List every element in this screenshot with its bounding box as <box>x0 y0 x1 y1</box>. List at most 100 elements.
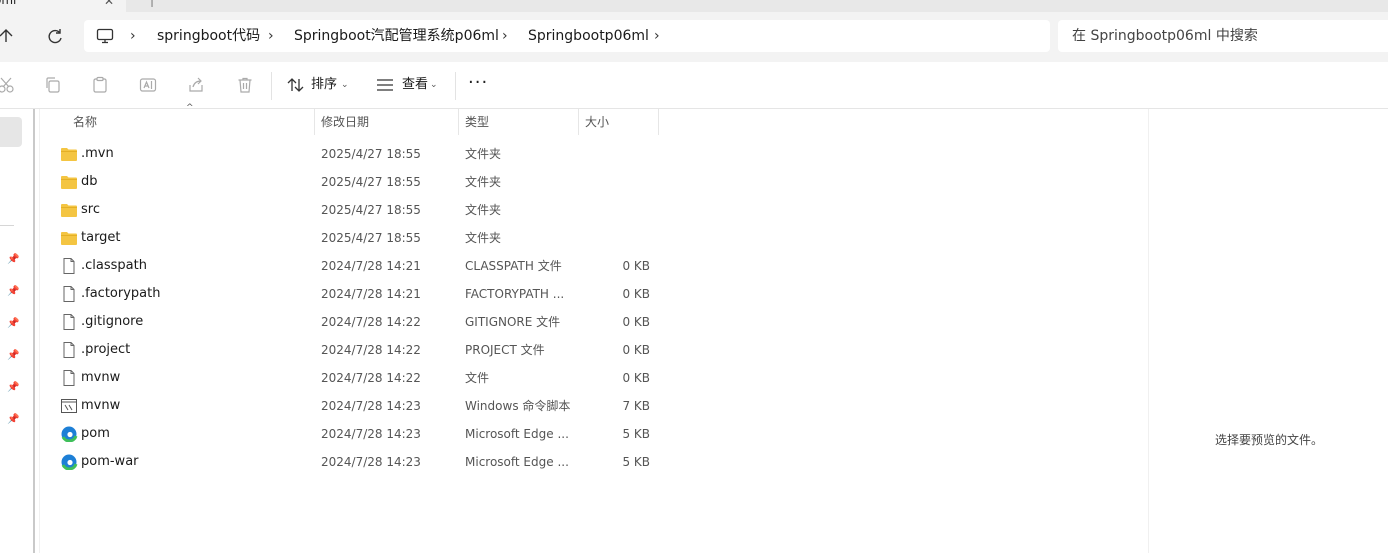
search-placeholder: 在 Springbootp06ml 中搜索 <box>1072 28 1258 44</box>
file-type: 文件夹 <box>465 203 502 217</box>
file-size: 0 KB <box>622 371 650 385</box>
file-row[interactable]: target 2025/4/27 18:55 文件夹 <box>54 224 664 252</box>
sort-label: 排序 <box>311 77 338 92</box>
file-size: 5 KB <box>622 455 650 469</box>
paste-icon[interactable] <box>91 76 109 94</box>
file-row[interactable]: .factorypath 2024/7/28 14:21 FACTORYPATH .… <box>54 280 664 308</box>
file-modified: 2025/4/27 18:55 <box>321 203 421 217</box>
file-modified: 2024/7/28 14:22 <box>321 343 421 357</box>
nav-item-selected[interactable] <box>0 117 22 147</box>
pin-icon[interactable]: 📌 <box>7 382 19 394</box>
edge-icon <box>60 426 78 443</box>
file-type: CLASSPATH 文件 <box>465 259 562 273</box>
this-pc-icon[interactable] <box>96 28 114 44</box>
file-row[interactable]: .project 2024/7/28 14:22 PROJECT 文件 0 KB <box>54 336 664 364</box>
script-icon <box>60 398 78 414</box>
toolbar-divider <box>271 72 272 100</box>
file-type: 文件 <box>465 371 490 385</box>
file-row[interactable]: .classpath 2024/7/28 14:21 CLASSPATH 文件 0 K… <box>54 252 664 280</box>
breadcrumb-item[interactable]: springboot代码 <box>157 20 260 52</box>
file-row[interactable]: .mvn 2025/4/27 18:55 文件夹 <box>54 140 664 168</box>
breadcrumb-item[interactable]: Springboot汽配管理系统p06ml <box>294 20 499 52</box>
file-name: mvnw <box>81 398 121 413</box>
tab-next-icon: | <box>150 0 155 7</box>
pin-icon[interactable]: 📌 <box>7 286 19 298</box>
file-modified: 2024/7/28 14:23 <box>321 427 421 441</box>
breadcrumb-separator-icon[interactable]: › <box>268 20 274 52</box>
file-type: Microsoft Edge ... <box>465 455 569 469</box>
file-modified: 2024/7/28 14:23 <box>321 455 421 469</box>
file-name: db <box>81 174 98 189</box>
column-header-type[interactable]: 类型 <box>465 109 489 135</box>
search-input[interactable]: 在 Springbootp06ml 中搜索 <box>1058 20 1388 52</box>
file-modified: 2024/7/28 14:22 <box>321 315 421 329</box>
breadcrumb-separator-icon[interactable]: › <box>502 20 508 52</box>
pin-icon[interactable]: 📌 <box>7 414 19 426</box>
file-row[interactable]: src 2025/4/27 18:55 文件夹 <box>54 196 664 224</box>
column-header-name[interactable]: 名称 <box>73 109 97 135</box>
view-button[interactable]: 查看 ⌄ <box>376 71 442 99</box>
address-row: › springboot代码 › Springboot汽配管理系统p06ml ›… <box>0 12 1388 63</box>
column-header-size[interactable]: 大小 <box>585 109 609 135</box>
up-arrow-icon[interactable] <box>0 24 16 48</box>
file-type: PROJECT 文件 <box>465 343 545 357</box>
file-size: 0 KB <box>622 259 650 273</box>
file-row[interactable]: mvnw 2024/7/28 14:22 文件 0 KB <box>54 364 664 392</box>
file-type: Windows 命令脚本 <box>465 399 571 413</box>
tab-close-icon[interactable]: ✕ <box>104 0 114 8</box>
column-divider[interactable] <box>658 109 659 135</box>
command-bar: 排序 ⌄ 查看 ⌄ ··· <box>0 62 1388 109</box>
preview-message: 选择要预览的文件。 <box>1214 433 1323 447</box>
breadcrumb-separator-icon[interactable]: › <box>654 20 660 52</box>
breadcrumb-item[interactable]: Springbootp06ml <box>528 20 649 52</box>
tab-current[interactable]: oml ✕ <box>0 0 126 12</box>
file-name: .mvn <box>81 146 114 161</box>
pin-icon[interactable]: 📌 <box>7 254 19 266</box>
file-size: 7 KB <box>622 399 650 413</box>
file-row[interactable]: pom-war 2024/7/28 14:23 Microsoft Edge ...… <box>54 448 664 476</box>
copy-icon[interactable] <box>44 76 62 94</box>
file-modified: 2025/4/27 18:55 <box>321 175 421 189</box>
column-divider[interactable] <box>578 109 579 135</box>
pane-resize-handle[interactable] <box>33 109 35 553</box>
file-modified: 2024/7/28 14:21 <box>321 287 421 301</box>
breadcrumb-separator-icon[interactable]: › <box>130 20 136 52</box>
file-size: 0 KB <box>622 315 650 329</box>
pin-icon[interactable]: 📌 <box>7 350 19 362</box>
file-type: GITIGNORE 文件 <box>465 315 561 329</box>
view-label: 查看 <box>402 77 429 92</box>
file-icon <box>60 258 78 274</box>
file-type: 文件夹 <box>465 147 502 161</box>
column-divider[interactable] <box>458 109 459 135</box>
file-icon <box>60 286 78 302</box>
file-name: pom-war <box>81 454 139 469</box>
column-header-modified[interactable]: 修改日期 <box>321 109 369 135</box>
file-name: mvnw <box>81 370 121 385</box>
tab-strip: oml ✕ | <box>0 0 1388 12</box>
tab-title: oml <box>0 0 17 7</box>
file-row[interactable]: pom 2024/7/28 14:23 Microsoft Edge ... 5 KB <box>54 420 664 448</box>
address-bar[interactable]: › springboot代码 › Springboot汽配管理系统p06ml ›… <box>84 20 1050 52</box>
file-modified: 2025/4/27 18:55 <box>321 231 421 245</box>
more-options-icon[interactable]: ··· <box>468 72 492 98</box>
sort-button[interactable]: 排序 ⌄ <box>287 71 351 99</box>
file-size: 0 KB <box>622 343 650 357</box>
rename-icon[interactable] <box>139 76 157 94</box>
file-name: .gitignore <box>81 314 144 329</box>
file-name: pom <box>81 426 110 441</box>
delete-icon[interactable] <box>236 76 254 94</box>
sort-ascending-icon: ^ <box>186 103 194 113</box>
share-icon[interactable] <box>187 76 205 94</box>
file-row[interactable]: db 2025/4/27 18:55 文件夹 <box>54 168 664 196</box>
refresh-icon[interactable] <box>44 24 66 48</box>
pin-icon[interactable]: 📌 <box>7 318 19 330</box>
file-row[interactable]: mvnw 2024/7/28 14:23 Windows 命令脚本 7 KB <box>54 392 664 420</box>
file-icon <box>60 342 78 358</box>
file-name: src <box>81 202 100 217</box>
nav-divider <box>0 225 14 226</box>
column-divider[interactable] <box>314 109 315 135</box>
folder-icon <box>60 174 78 190</box>
folder-icon <box>60 146 78 162</box>
file-row[interactable]: .gitignore 2024/7/28 14:22 GITIGNORE 文件 0 K… <box>54 308 664 336</box>
cut-icon[interactable] <box>0 76 16 94</box>
